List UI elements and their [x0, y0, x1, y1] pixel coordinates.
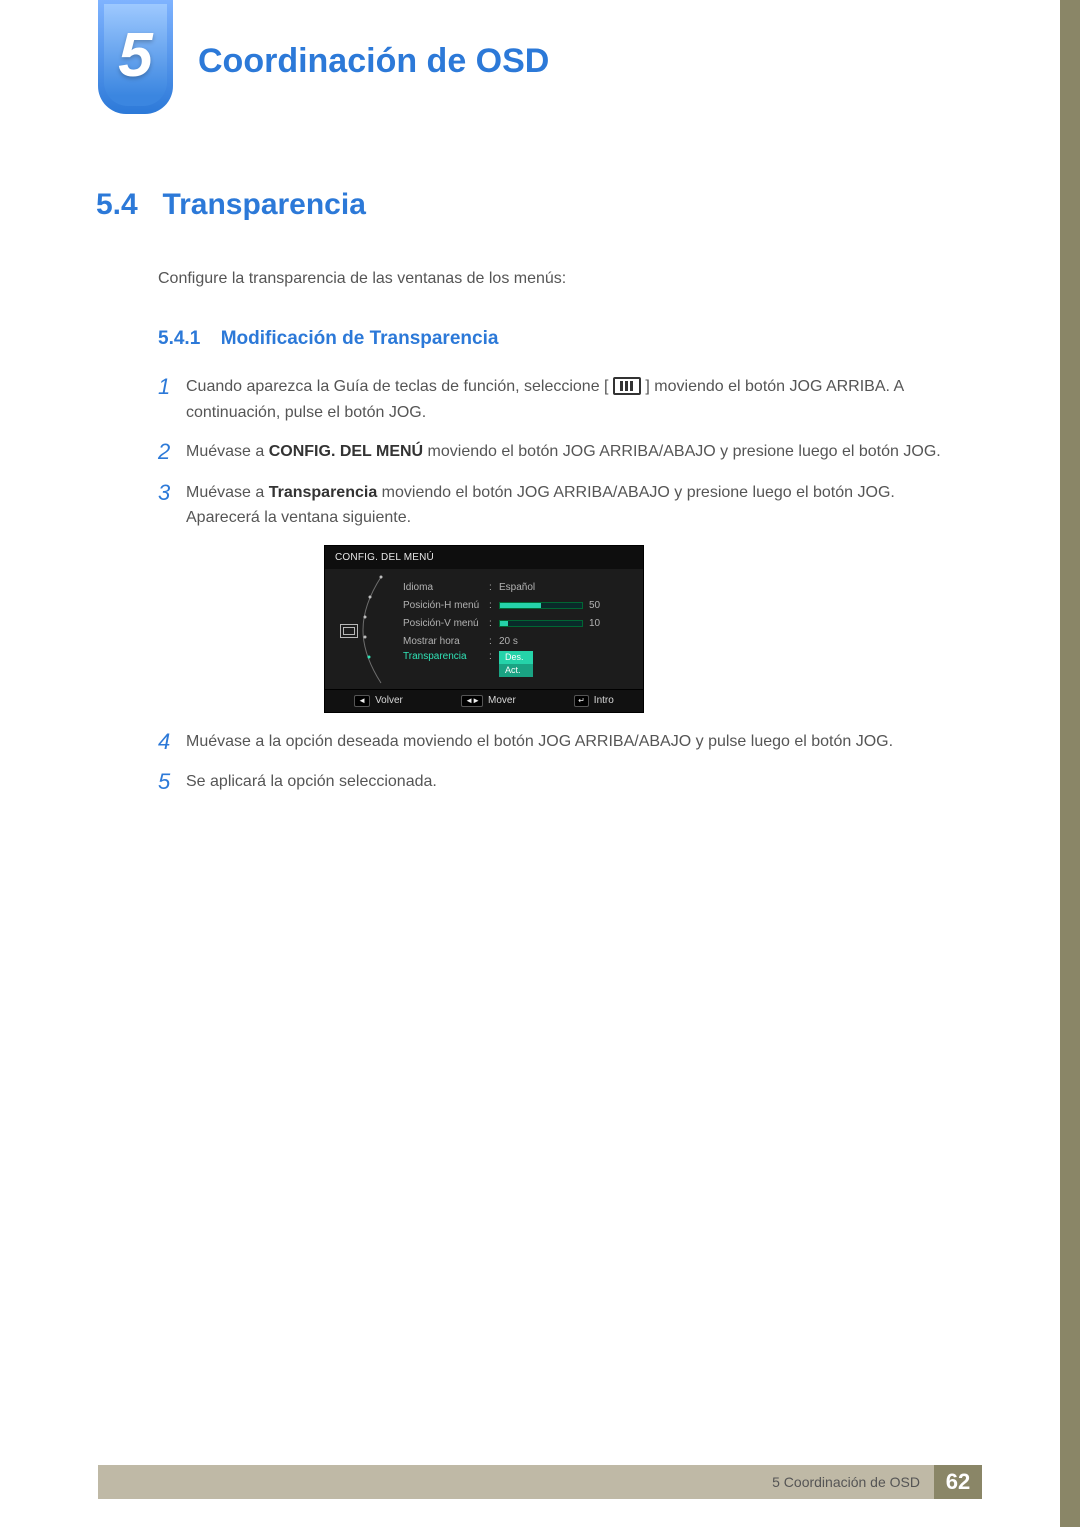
- osd-rows: Idioma : Español Posición-H menú : 50: [363, 579, 629, 683]
- step-number: 2: [158, 439, 186, 465]
- osd-label: Posición-V menú: [403, 618, 489, 629]
- osd-colon: :: [489, 582, 499, 593]
- step1-part-a: Cuando aparezca la Guía de teclas de fun…: [186, 378, 609, 395]
- section-intro: Configure la transparencia de las ventan…: [158, 270, 980, 288]
- slider-track: [499, 620, 583, 627]
- chapter-title: Coordinación de OSD: [198, 42, 549, 81]
- move-key-icon: ◄►: [461, 695, 483, 707]
- osd-footer-enter: ↵ Intro: [574, 695, 614, 707]
- enter-key-icon: ↵: [574, 695, 589, 707]
- osd-option-des: Des.: [499, 651, 533, 664]
- slider-fill: [500, 603, 541, 608]
- osd-dropdown: Des. Act.: [499, 651, 533, 677]
- monitor-icon: [340, 624, 358, 638]
- step-2: 2 Muévase a CONFIG. DEL MENÚ moviendo el…: [158, 439, 980, 465]
- subsection-5-4-1: 5.4.1 Modificación de Transparencia: [158, 328, 980, 350]
- osd-footer-move-label: Mover: [488, 695, 516, 706]
- decor-right-strip: [1060, 0, 1080, 1527]
- osd-window: CONFIG. DEL MENÚ I: [324, 545, 644, 713]
- osd-colon: :: [489, 651, 499, 662]
- osd-colon: :: [489, 600, 499, 611]
- slider-value: 50: [589, 600, 600, 611]
- step-number: 3: [158, 480, 186, 531]
- step-text: Muévase a la opción deseada moviendo el …: [186, 729, 980, 755]
- step2-part-a: Muévase a: [186, 443, 269, 460]
- step3-part-b: moviendo el botón JOG ARRIBA/ABAJO y pre…: [382, 484, 895, 501]
- osd-footer: ◄ Volver ◄► Mover ↵ Intro: [325, 689, 643, 712]
- osd-screenshot: CONFIG. DEL MENÚ I: [324, 545, 980, 713]
- osd-curve-decoration: [359, 575, 389, 685]
- osd-option-act: Act.: [499, 664, 533, 677]
- step2-bold: CONFIG. DEL MENÚ: [269, 443, 423, 460]
- step-text: Muévase a Transparencia moviendo el botó…: [186, 480, 980, 531]
- osd-value: 50: [499, 600, 629, 611]
- footer-page-number: 62: [934, 1465, 982, 1499]
- osd-value: Des. Act.: [499, 651, 629, 677]
- osd-value: 20 s: [499, 636, 629, 647]
- osd-row-idioma: Idioma : Español: [403, 579, 629, 597]
- step-text: Cuando aparezca la Guía de teclas de fun…: [186, 374, 980, 425]
- osd-footer-back: ◄ Volver: [354, 695, 403, 707]
- section-heading: 5.4 Transparencia: [96, 188, 980, 222]
- osd-colon: :: [489, 636, 499, 647]
- menu-bars-icon: [613, 377, 641, 395]
- step-number: 1: [158, 374, 186, 425]
- section-number: 5.4: [96, 188, 158, 222]
- osd-body: Idioma : Español Posición-H menú : 50: [325, 569, 643, 689]
- steps-list: 1 Cuando aparezca la Guía de teclas de f…: [158, 374, 980, 531]
- step-number: 5: [158, 769, 186, 795]
- osd-footer-enter-label: Intro: [594, 695, 614, 706]
- step-3: 3 Muévase a Transparencia moviendo el bo…: [158, 480, 980, 531]
- osd-row-mostrar-hora: Mostrar hora : 20 s: [403, 633, 629, 651]
- osd-label: Idioma: [403, 582, 489, 593]
- slider-fill: [500, 621, 508, 626]
- step-4: 4 Muévase a la opción deseada moviendo e…: [158, 729, 980, 755]
- osd-row-transparencia: Transparencia : Des. Act.: [403, 651, 629, 677]
- footer-text: 5 Coordinación de OSD: [772, 1474, 920, 1490]
- osd-title: CONFIG. DEL MENÚ: [325, 546, 643, 569]
- back-key-icon: ◄: [354, 695, 370, 707]
- steps-list-cont: 4 Muévase a la opción deseada moviendo e…: [158, 729, 980, 796]
- osd-label-active: Transparencia: [403, 651, 489, 662]
- osd-footer-back-label: Volver: [375, 695, 403, 706]
- step-1: 1 Cuando aparezca la Guía de teclas de f…: [158, 374, 980, 425]
- chapter-tab: 5: [98, 0, 173, 114]
- subsection-number: 5.4.1: [158, 328, 200, 350]
- page-footer: 5 Coordinación de OSD 62: [0, 1465, 1080, 1499]
- section-5-4: 5.4 Transparencia Configure la transpare…: [96, 188, 980, 810]
- osd-row-posicion-v: Posición-V menú : 10: [403, 615, 629, 633]
- section-title: Transparencia: [162, 188, 365, 221]
- manual-page: 5 Coordinación de OSD 5.4 Transparencia …: [0, 0, 1080, 1527]
- step2-part-b: moviendo el botón JOG ARRIBA/ABAJO y pre…: [428, 443, 941, 460]
- footer-bar: 5 Coordinación de OSD: [98, 1465, 934, 1499]
- slider-track: [499, 602, 583, 609]
- chapter-tab-inner: 5: [104, 4, 167, 106]
- step3-bold: Transparencia: [269, 484, 378, 501]
- osd-colon: :: [489, 618, 499, 629]
- osd-value: 10: [499, 618, 629, 629]
- step-text: Se aplicará la opción seleccionada.: [186, 769, 980, 795]
- osd-row-posicion-h: Posición-H menú : 50: [403, 597, 629, 615]
- slider-value: 10: [589, 618, 600, 629]
- step-5: 5 Se aplicará la opción seleccionada.: [158, 769, 980, 795]
- step-text: Muévase a CONFIG. DEL MENÚ moviendo el b…: [186, 439, 980, 465]
- osd-value: Español: [499, 582, 629, 593]
- subsection-title: Modificación de Transparencia: [221, 328, 499, 349]
- step3-part-c: Aparecerá la ventana siguiente.: [186, 509, 411, 526]
- step3-part-a: Muévase a: [186, 484, 269, 501]
- step-number: 4: [158, 729, 186, 755]
- chapter-number: 5: [118, 20, 152, 91]
- osd-label: Mostrar hora: [403, 636, 489, 647]
- osd-footer-move: ◄► Mover: [461, 695, 516, 707]
- osd-label: Posición-H menú: [403, 600, 489, 611]
